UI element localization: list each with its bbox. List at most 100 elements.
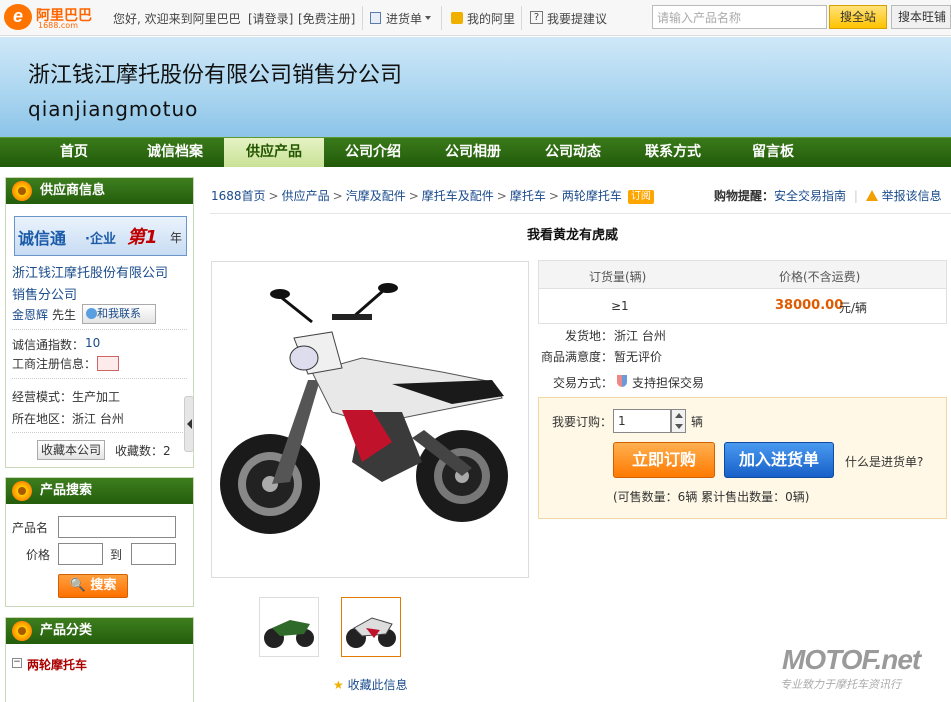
logo-e-icon: e: [4, 4, 32, 30]
contact-title: 先生: [52, 308, 77, 322]
collect-company-button[interactable]: 收藏本公司: [37, 440, 105, 460]
price-value: 38000.00: [775, 298, 844, 313]
favorite-link[interactable]: ★ 收藏此信息: [333, 676, 408, 693]
logo-subtext: 1688.com: [38, 21, 78, 30]
welcome-text: 您好, 欢迎来到阿里巴巴: [113, 12, 241, 26]
arrow-up-icon[interactable]: [675, 413, 683, 418]
register-link[interactable]: [免费注册]: [298, 10, 355, 27]
company-title: 浙江钱江摩托股份有限公司销售分公司: [28, 63, 403, 88]
company-link-line2[interactable]: 销售分公司: [12, 284, 77, 303]
ship-value: 浙江 台州: [614, 329, 666, 343]
buy-now-button[interactable]: 立即订购: [613, 442, 715, 478]
motof-watermark: MOTOF.net: [782, 644, 921, 675]
nav-about[interactable]: 公司介绍: [330, 138, 416, 167]
company-link-line1[interactable]: 浙江钱江摩托股份有限公司: [12, 262, 168, 281]
category-header: 产品分类: [6, 618, 193, 644]
safe-trade-link[interactable]: 安全交易指南: [774, 189, 846, 203]
col-price-header: 价格(不含运费): [779, 270, 861, 284]
price-min-input[interactable]: [58, 543, 103, 565]
shop-banner: 浙江钱江摩托股份有限公司销售分公司 qianjiangmotuo: [0, 37, 951, 137]
product-search-panel: 产品搜索 产品名 价格 到 🔍 搜索: [5, 477, 194, 607]
crumb-two-wheel[interactable]: 两轮摩托车: [562, 189, 622, 203]
quantity-stepper[interactable]: [671, 409, 686, 433]
index-value[interactable]: 10: [85, 336, 100, 350]
motorcycle-thumb-white: [346, 617, 396, 648]
category-panel: 产品分类 − 两轮摩托车: [5, 617, 194, 702]
my-ali-icon: [451, 12, 463, 24]
cart-menu[interactable]: 进货单: [386, 10, 422, 27]
satisfaction-label: 商品满意度：: [541, 350, 614, 364]
category-item[interactable]: 两轮摩托车: [27, 656, 87, 673]
top-bar: e 阿里巴巴 1688.com 您好, 欢迎来到阿里巴巴 [请登录] [免费注册…: [0, 0, 951, 36]
ship-label: 发货地：: [565, 329, 614, 343]
search-button[interactable]: 🔍 搜索: [58, 574, 128, 598]
price-unit: 元/辆: [839, 301, 868, 315]
product-title: 我看黄龙有虎威: [527, 228, 619, 243]
supplier-panel: 供应商信息 诚信通 ·企业 第1 年 浙江钱江摩托股份有限公司 销售分公司 金恩辉 先…: [5, 177, 194, 468]
thumbnail-2[interactable]: [341, 597, 401, 657]
shield-icon: [617, 375, 627, 387]
nav-contact[interactable]: 联系方式: [630, 138, 716, 167]
nav-album[interactable]: 公司相册: [430, 138, 516, 167]
reg-label: 工商注册信息：: [12, 357, 97, 371]
crumb-auto[interactable]: 汽摩及配件: [346, 189, 406, 203]
license-icon[interactable]: [97, 356, 119, 371]
order-unit: 辆: [691, 415, 704, 429]
product-main-image[interactable]: [211, 261, 529, 578]
shop-nav: 首页 诚信档案 供应产品 公司介绍 公司相册 公司动态 联系方式 留言板: [0, 137, 951, 167]
report-link[interactable]: 举报该信息: [882, 189, 942, 203]
collapse-sidebar-handle[interactable]: [184, 396, 194, 452]
search-shop-button[interactable]: 搜本旺铺: [891, 5, 951, 29]
flower-icon: [12, 621, 32, 641]
flower-icon: [12, 181, 32, 201]
what-is-cart-link[interactable]: 什么是进货单?: [845, 453, 923, 470]
star-icon: ★: [333, 678, 344, 692]
my-ali-link[interactable]: 我的阿里: [467, 10, 515, 27]
cart-icon: [370, 12, 381, 24]
collapse-minus-icon[interactable]: −: [12, 658, 22, 668]
alibaba-logo[interactable]: e 阿里巴巴 1688.com: [4, 4, 104, 32]
region: 所在地区：浙江 台州: [12, 412, 124, 426]
arrow-down-icon[interactable]: [675, 424, 683, 429]
trade-value[interactable]: 支持担保交易: [632, 374, 704, 391]
crumb-moto[interactable]: 摩托车: [510, 189, 546, 203]
nav-news[interactable]: 公司动态: [530, 138, 616, 167]
buy-box: 我要订购： 1 辆 立即订购 加入进货单 什么是进货单? (可售数量：6辆 累计…: [538, 397, 947, 519]
index-label: 诚信通指数：: [12, 338, 85, 352]
subscribe-badge[interactable]: 订阅: [627, 190, 654, 204]
nav-credit[interactable]: 诚信档案: [130, 138, 220, 167]
help-icon: ?: [530, 11, 543, 24]
quantity-input[interactable]: 1: [613, 409, 671, 433]
search-icon: 🔍: [69, 578, 86, 593]
price-max-input[interactable]: [131, 543, 176, 565]
shopping-reminder: 购物提醒：安全交易指南 | 举报该信息: [714, 189, 942, 203]
chengxintong-badge[interactable]: 诚信通 ·企业 第1 年: [14, 216, 187, 256]
contact-button[interactable]: 和我联系: [82, 304, 156, 324]
product-name-input[interactable]: [58, 516, 176, 538]
motorcycle-thumb-green: [264, 620, 314, 648]
trade-label: 交易方式：: [553, 376, 614, 390]
thumbnail-1[interactable]: [259, 597, 319, 657]
crumb-home[interactable]: 1688首页: [211, 189, 266, 203]
nav-home[interactable]: 首页: [34, 138, 114, 167]
nav-products[interactable]: 供应产品: [224, 138, 324, 167]
business-mode: 经营模式：生产加工: [12, 390, 121, 404]
login-link[interactable]: [请登录]: [248, 10, 293, 27]
contact-name[interactable]: 金恩辉: [12, 306, 48, 323]
satisfaction-value[interactable]: 暂无评价: [614, 348, 662, 365]
suggest-link[interactable]: 我要提建议: [547, 10, 607, 27]
crumb-products[interactable]: 供应产品: [282, 189, 330, 203]
nav-guestbook[interactable]: 留言板: [730, 138, 816, 167]
crumb-moto-parts[interactable]: 摩托车及配件: [422, 189, 494, 203]
motorcycle-image: [220, 283, 508, 534]
qty-value: ≥1: [611, 299, 629, 313]
add-to-cart-button[interactable]: 加入进货单: [724, 442, 834, 478]
search-site-button[interactable]: 搜全站: [829, 5, 887, 29]
company-pinyin: qianjiangmotuo: [28, 97, 199, 121]
chat-icon: [86, 308, 97, 319]
search-input[interactable]: 请输入产品名称: [652, 5, 827, 29]
price-to-label: 到: [110, 548, 123, 562]
product-name-label: 产品名: [12, 521, 49, 535]
warning-icon: [865, 190, 878, 201]
chevron-down-icon[interactable]: [425, 16, 431, 20]
